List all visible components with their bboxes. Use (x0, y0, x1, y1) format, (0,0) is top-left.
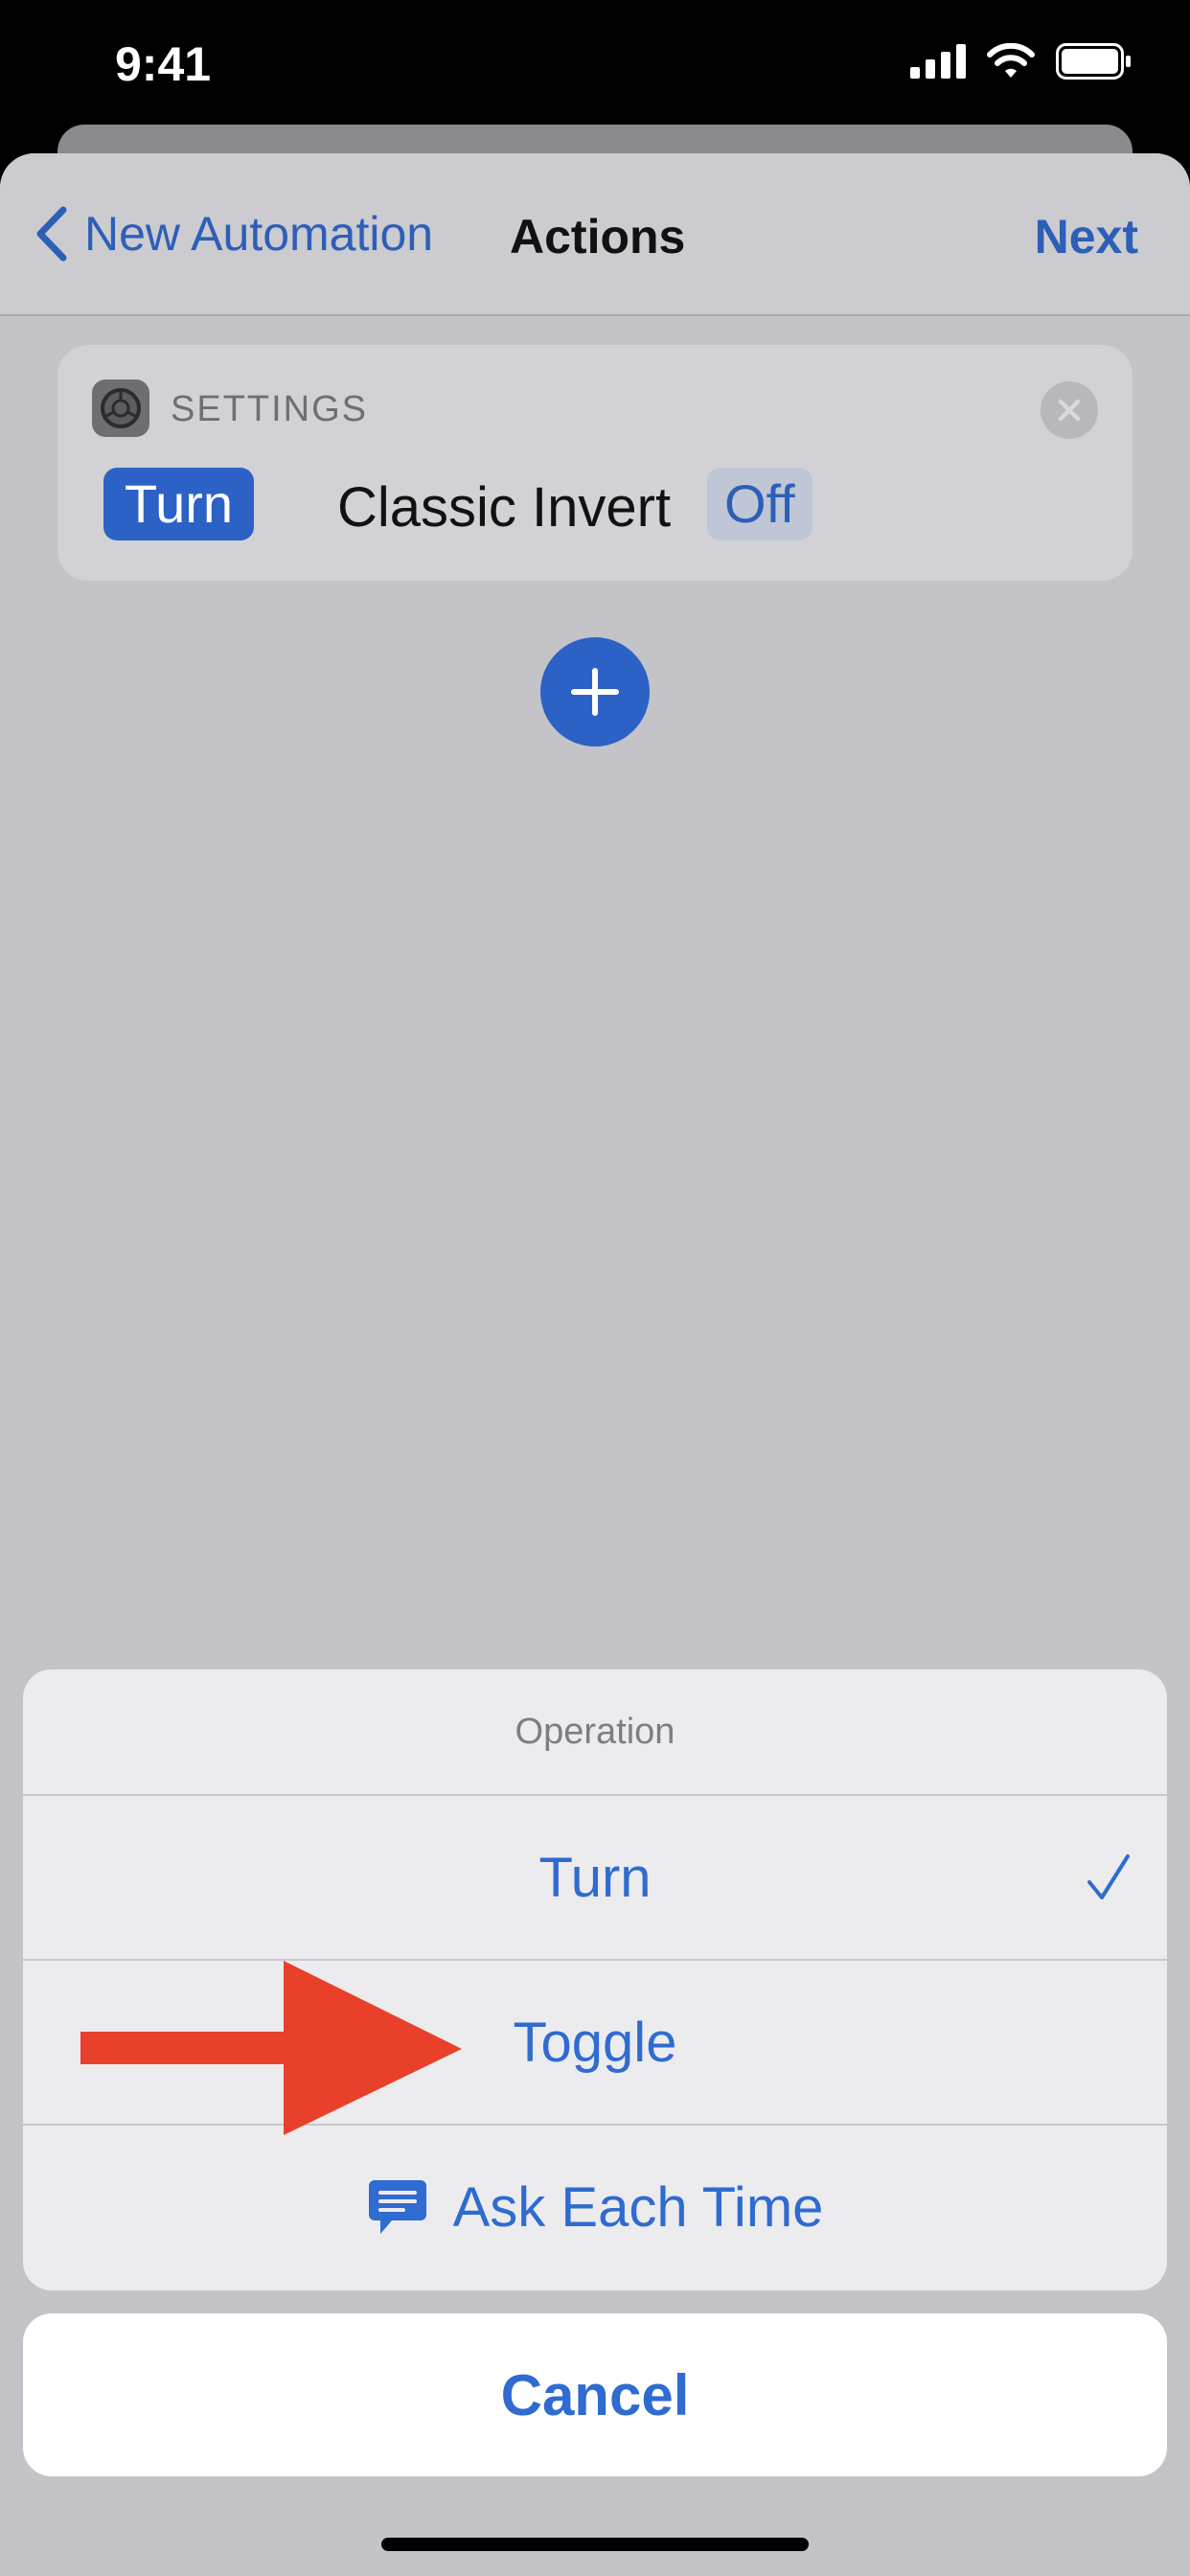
back-button-label: New Automation (84, 207, 434, 261)
setting-name: Classic Invert (337, 476, 672, 539)
option-ask-each-time-label: Ask Each Time (452, 2175, 824, 2239)
status-icons (910, 43, 1133, 80)
checkmark-icon (1087, 1854, 1130, 1899)
status-time: 9:41 (115, 37, 212, 91)
plus-icon (571, 668, 619, 716)
app-label: SETTINGS (171, 389, 369, 429)
option-ask-each-time[interactable]: Ask Each Time (23, 2126, 1167, 2288)
option-turn-label: Turn (538, 1846, 652, 1909)
option-turn[interactable]: Turn (23, 1796, 1167, 1961)
navigation-bar: New Automation Actions Next (0, 153, 1190, 316)
page-title: Actions (510, 210, 686, 264)
cancel-button[interactable]: Cancel (23, 2313, 1167, 2476)
wifi-icon (987, 43, 1035, 78)
remove-action-button[interactable] (1041, 381, 1098, 439)
option-toggle-label: Toggle (513, 2011, 677, 2074)
chat-bubble-icon (368, 2180, 426, 2234)
chevron-left-icon (36, 206, 67, 262)
operation-token[interactable]: Turn (103, 468, 255, 540)
add-action-button[interactable] (540, 637, 650, 747)
battery-icon (1056, 43, 1131, 80)
status-bar: 9:41 (0, 0, 1190, 129)
cellular-icon (910, 44, 966, 79)
state-token[interactable]: Off (707, 468, 812, 540)
back-button[interactable]: New Automation (34, 206, 433, 262)
next-button[interactable]: Next (1035, 209, 1138, 264)
action-sheet-title: Operation (23, 1669, 1167, 1796)
action-card: SETTINGS Turn Classic Invert Off (57, 345, 1133, 581)
annotation-arrow (80, 1961, 462, 2135)
home-indicator[interactable] (381, 2538, 809, 2551)
close-icon (1058, 399, 1081, 422)
settings-gear-icon (92, 380, 149, 437)
